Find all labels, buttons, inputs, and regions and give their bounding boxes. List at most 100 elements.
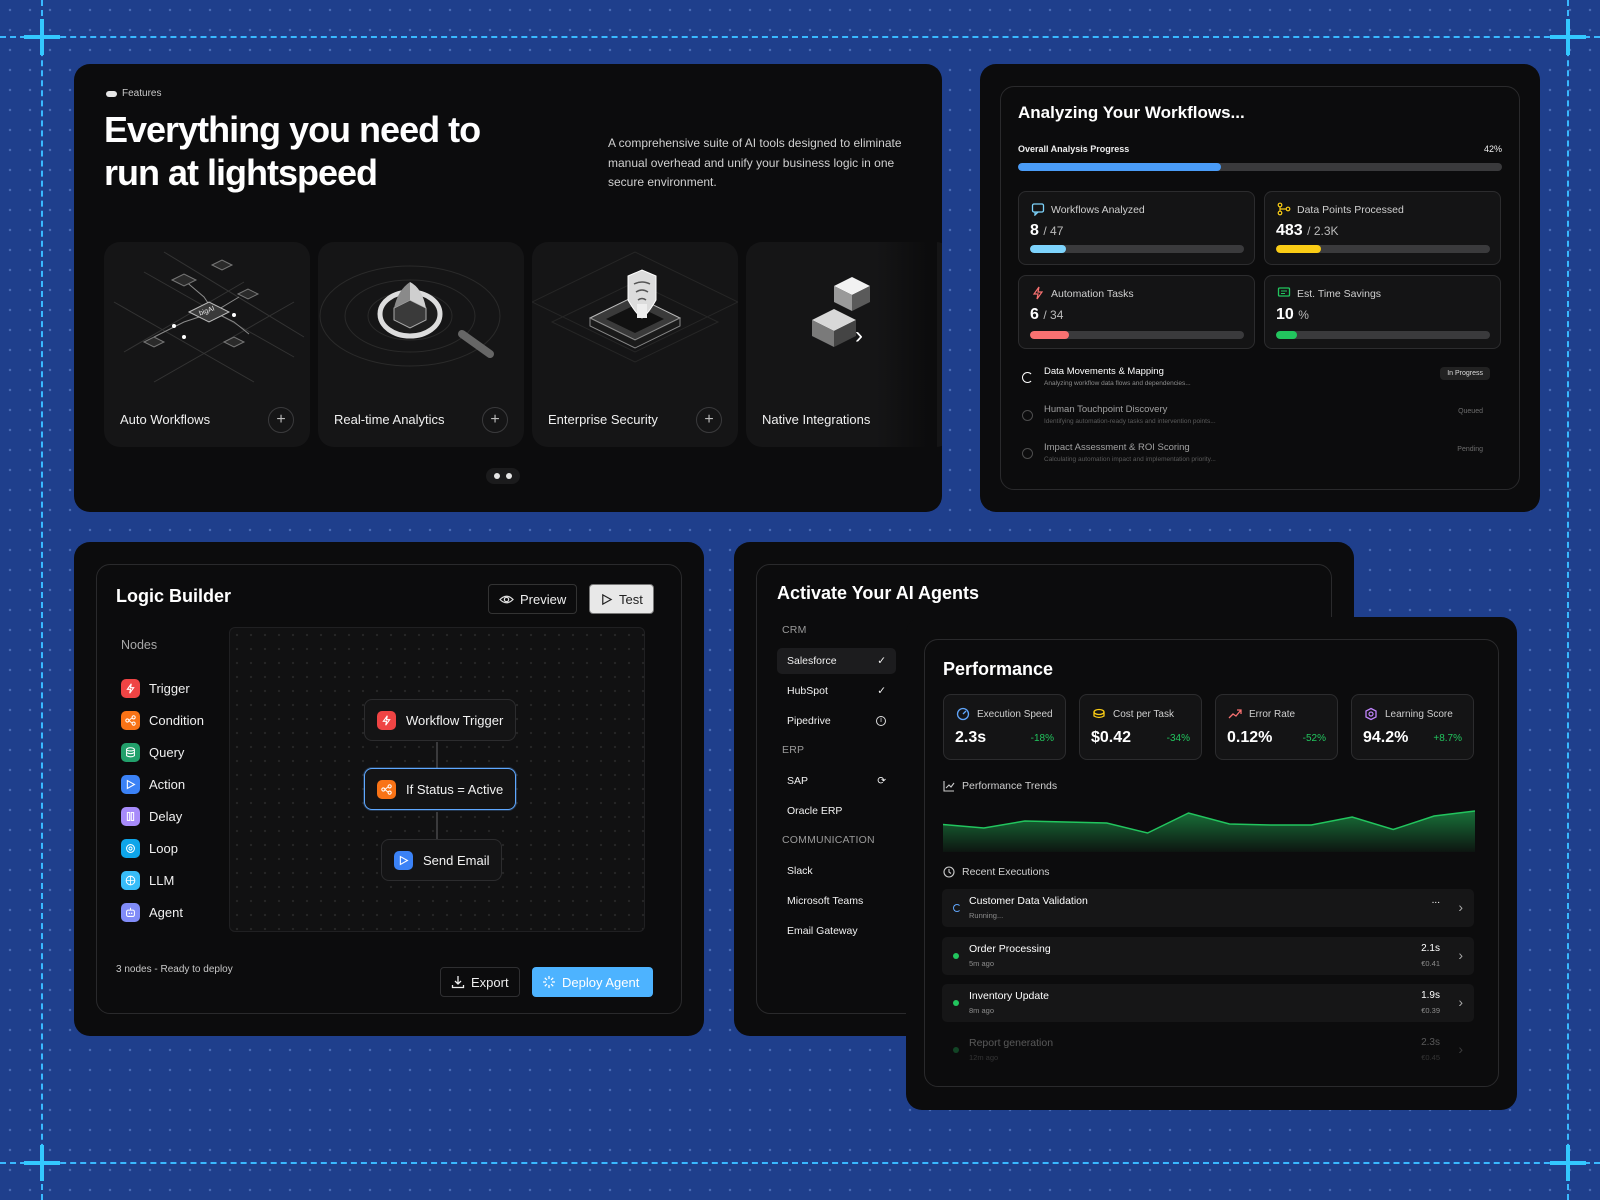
feature-card-realtime-analytics[interactable]: Real-time Analytics + [318,242,524,447]
execution-cost: €0.41 [1421,959,1440,968]
flow-connector [436,742,438,768]
section-label-erp: ERP [782,744,805,756]
stat-total: / 47 [1043,224,1064,238]
chevron-right-icon[interactable]: › [846,324,872,350]
execution-name: Customer Data Validation [969,895,1088,907]
status-badge: In Progress [1440,367,1490,380]
node-label: Action [149,776,186,792]
integration-hubspot[interactable]: HubSpot ✓ [777,678,896,704]
metric-value: 94.2% [1363,729,1409,746]
add-button[interactable]: + [696,407,722,433]
carousel-dot[interactable] [494,473,500,479]
stat-bar [1276,245,1490,253]
node-query[interactable]: Query [121,742,184,762]
status-dot-icon [953,953,959,959]
card-label: Auto Workflows [120,412,211,427]
node-action[interactable]: Action [121,774,185,794]
execution-cost: €0.45 [1421,1053,1440,1062]
node-delay[interactable]: Delay [121,806,182,826]
feature-card-auto-workflows[interactable]: bigAI Auto Workflows + [104,242,310,447]
loading-spinner-icon [1022,372,1033,383]
node-condition[interactable]: Condition [121,710,204,730]
share-icon [377,779,396,799]
coins-icon [1093,708,1105,719]
flow-node-label: Send Email [423,852,490,868]
chat-bubble-icon [1031,203,1045,216]
stat-time-savings: Est. Time Savings 10 % [1264,275,1501,349]
execution-time: 5m ago [969,959,995,968]
execution-duration: 2.3s [1421,1037,1440,1048]
metric-value: 2.3s [955,729,987,746]
node-llm[interactable]: LLM [121,870,174,890]
node-label: Delay [149,808,183,824]
flow-node-action[interactable]: Send Email [381,839,503,881]
features-tag: Features [106,88,161,99]
node-trigger[interactable]: Trigger [121,678,190,698]
execution-row[interactable]: Inventory Update 8m ago 1.9s €0.39 › [942,984,1474,1022]
carousel-dots[interactable] [486,468,520,484]
node-label: Loop [149,840,178,856]
feature-card-enterprise-security[interactable]: Enterprise Security + [532,242,738,447]
carousel-dot[interactable] [506,473,512,479]
integration-sap[interactable]: SAP ⟳ [777,768,896,794]
stat-bar [1276,331,1490,339]
check-icon: ✓ [877,655,886,667]
stat-total: / 2.3K [1307,224,1339,238]
preview-button[interactable]: Preview [488,584,578,614]
integration-pipedrive[interactable]: Pipedrive i [777,708,896,734]
integration-email-gateway[interactable]: Email Gateway [777,918,896,944]
deploy-agent-button[interactable]: Deploy Agent [532,967,653,997]
stat-workflows-analyzed: Workflows Analyzed 8 / 47 [1018,191,1255,265]
brain-icon [1365,707,1377,721]
integration-label: Salesforce [787,655,837,667]
integration-oracle-erp[interactable]: Oracle ERP [777,798,896,824]
logic-builder-title: Logic Builder [116,586,232,606]
export-button[interactable]: Export [440,967,520,997]
robot-icon [121,902,140,922]
clock-icon [943,866,955,878]
node-label: Agent [149,904,183,920]
stat-number: 483 [1276,222,1303,239]
task-row[interactable]: Human Touchpoint Discovery Identifying a… [1020,404,1490,434]
node-label: Query [149,744,185,760]
card-label: Native Integrations [762,412,871,427]
performance-panel: Performance Execution Speed 2.3s -18% Co… [906,617,1517,1110]
metric-value: $0.42 [1091,729,1132,746]
execution-row[interactable]: Report generation 12m ago 2.3s €0.45 › [942,1031,1474,1069]
stat-label: Est. Time Savings [1297,288,1382,300]
flow-node-condition[interactable]: If Status = Active [364,768,517,810]
chevron-right-icon: › [1458,1041,1463,1057]
node-agent[interactable]: Agent [121,902,183,922]
status-badge: Queued [1458,408,1483,415]
task-description: Analyzing workflow data flows and depend… [1044,380,1191,387]
execution-row[interactable]: Order Processing 5m ago 2.1s €0.41 › [942,937,1474,975]
flow-node-trigger[interactable]: Workflow Trigger [364,699,517,741]
bolt-icon [1032,286,1044,300]
integration-slack[interactable]: Slack [777,858,896,884]
execution-row[interactable]: Customer Data Validation Running... ... … [942,889,1474,927]
task-row[interactable]: Impact Assessment & ROI Scoring Calculat… [1020,442,1490,472]
task-title: Impact Assessment & ROI Scoring [1044,442,1190,453]
guide-line-left [41,0,43,1200]
chevron-right-icon: › [1458,947,1463,963]
performance-trend-chart [943,810,1475,852]
metric-delta: -18% [1030,733,1054,744]
loop-icon [121,838,140,858]
stat-value: 483 / 2.3K [1276,222,1339,240]
task-title: Human Touchpoint Discovery [1044,404,1168,415]
add-button[interactable]: + [268,407,294,433]
add-button[interactable]: + [482,407,508,433]
magnifier-pie-chart-graphic [319,265,501,367]
test-button[interactable]: Test [589,584,654,614]
stat-fill [1276,331,1298,339]
bolt-icon [377,710,396,730]
integration-salesforce[interactable]: Salesforce ✓ [777,648,896,674]
stat-data-points: Data Points Processed 483 / 2.3K [1264,191,1501,265]
node-loop[interactable]: Loop [121,838,178,858]
overall-progress-bar [1018,163,1502,171]
integration-microsoft-teams[interactable]: Microsoft Teams [777,888,896,914]
task-row[interactable]: Data Movements & Mapping Analyzing workf… [1020,366,1490,396]
task-description: Identifying automation-ready tasks and i… [1044,418,1216,425]
node-label: Trigger [149,680,190,696]
execution-duration: 1.9s [1421,990,1440,1001]
